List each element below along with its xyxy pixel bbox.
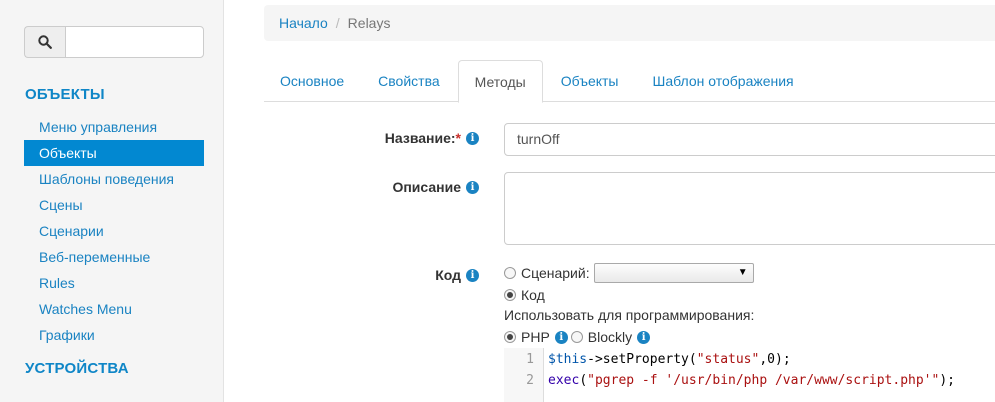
line-number: 2: [526, 373, 534, 388]
search-button[interactable]: [24, 26, 65, 58]
section-heading-objects: ОБЪЕКТЫ: [25, 86, 105, 103]
sidebar-item-behavior-templates[interactable]: Шаблоны поведения: [24, 166, 204, 192]
description-label-group: Описание i: [392, 179, 479, 195]
code-editor[interactable]: 1 2 $this->setProperty("status",0); exec…: [504, 348, 995, 402]
tab-objects[interactable]: Объекты: [545, 60, 635, 102]
tab-general[interactable]: Основное: [264, 60, 360, 102]
tab-bar: Основное Свойства Методы Объекты Шаблон …: [264, 60, 995, 103]
search-input[interactable]: [65, 26, 204, 58]
breadcrumb-current: Relays: [347, 15, 391, 31]
use-for-programming-label: Использовать для программирования:: [504, 307, 755, 323]
name-label-group: Название: * i: [385, 130, 479, 146]
sidebar-item-control-menu[interactable]: Меню управления: [24, 114, 204, 140]
sidebar-item-rules[interactable]: Rules: [24, 270, 204, 296]
sidebar-item-scenes[interactable]: Сцены: [24, 192, 204, 218]
description-label: Описание: [392, 179, 461, 195]
breadcrumb-separator: /: [335, 15, 340, 31]
breadcrumb: Начало / Relays: [264, 5, 995, 41]
info-icon[interactable]: i: [466, 268, 479, 282]
code-line-2: exec("pgrep -f '/usr/bin/php /var/www/sc…: [548, 373, 955, 388]
sidebar-item-scripts[interactable]: Сценарии: [24, 218, 204, 244]
code-radio-row: Код: [504, 286, 545, 304]
sidebar-item-web-variables[interactable]: Веб-переменные: [24, 244, 204, 270]
blockly-radio[interactable]: [570, 331, 583, 343]
tab-properties[interactable]: Свойства: [362, 60, 455, 102]
sidebar-nav: Меню управления Объекты Шаблоны поведени…: [24, 114, 204, 348]
info-icon[interactable]: i: [554, 330, 568, 344]
line-number: 1: [526, 352, 534, 367]
name-label: Название:: [384, 130, 456, 146]
editor-gutter: 1 2: [504, 348, 544, 402]
breadcrumb-home-link[interactable]: Начало: [279, 15, 328, 31]
script-select[interactable]: ▼: [593, 263, 754, 283]
script-radio-label: Сценарий:: [521, 265, 590, 281]
search-icon: [38, 35, 52, 49]
tab-display-template[interactable]: Шаблон отображения: [637, 60, 810, 102]
script-radio-row: Сценарий: ▼: [504, 263, 754, 283]
code-radio[interactable]: [504, 289, 516, 301]
code-label-group: Код i: [435, 267, 479, 283]
sidebar-item-objects[interactable]: Объекты: [24, 140, 204, 166]
php-label: PHP: [521, 329, 550, 345]
code-label: Код: [435, 267, 461, 283]
required-mark: *: [455, 130, 461, 146]
language-radio-row: PHP i Blockly i: [504, 328, 651, 346]
info-icon[interactable]: i: [637, 330, 651, 344]
name-input[interactable]: turnOff: [504, 123, 995, 156]
sidebar-item-watches-menu[interactable]: Watches Menu: [24, 296, 204, 322]
info-icon[interactable]: i: [466, 131, 479, 145]
info-icon[interactable]: i: [466, 180, 479, 194]
section-heading-devices: УСТРОЙСТВА: [25, 360, 129, 377]
sidebar: ОБЪЕКТЫ Меню управления Объекты Шаблоны …: [0, 0, 224, 402]
description-textarea[interactable]: [504, 172, 995, 245]
code-line-1: $this->setProperty("status",0);: [548, 352, 791, 367]
blockly-label: Blockly: [587, 329, 633, 345]
dropdown-arrow-icon: ▼: [737, 267, 748, 278]
php-radio[interactable]: [504, 331, 516, 343]
tab-methods[interactable]: Методы: [457, 60, 543, 103]
script-radio[interactable]: [504, 267, 516, 279]
code-radio-label: Код: [521, 287, 545, 303]
search-box: [24, 26, 204, 58]
sidebar-item-charts[interactable]: Графики: [24, 322, 204, 348]
